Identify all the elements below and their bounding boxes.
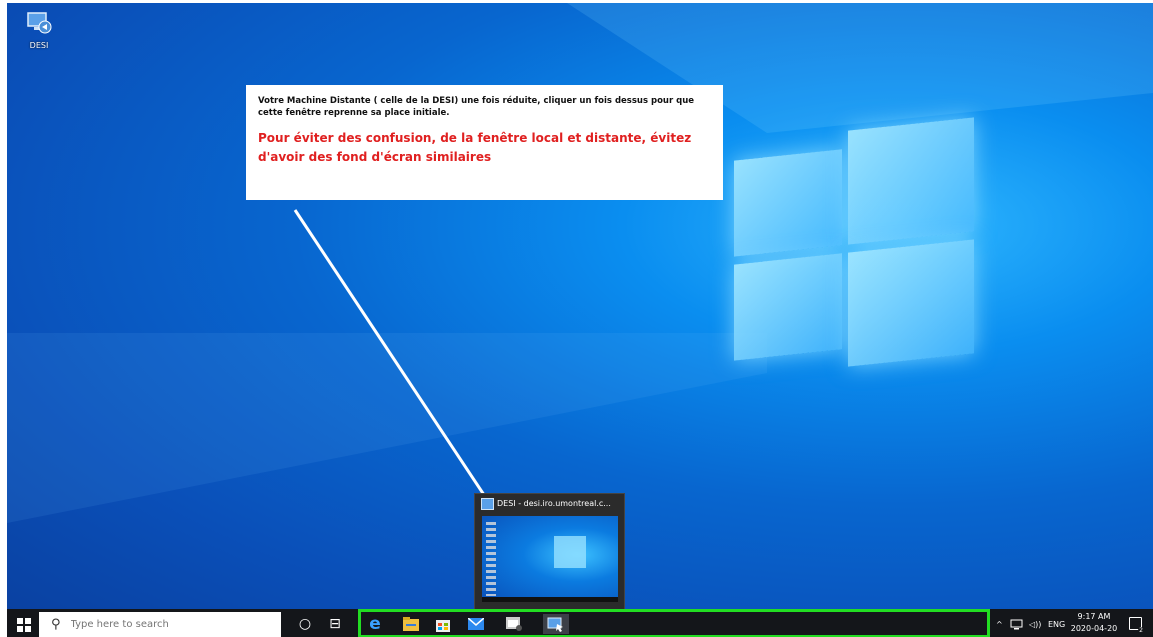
notification-count: 2 (1138, 627, 1144, 634)
system-clock[interactable]: 9:17 AM 2020-04-20 (1068, 611, 1120, 635)
cortana-icon[interactable]: ○ (295, 614, 315, 634)
preview-desktop-icons (486, 522, 496, 596)
task-view-icon[interactable]: ⊟ (325, 614, 345, 634)
search-icon: ⚲ (51, 617, 61, 632)
desktop: DESI Votre Machine Distante ( celle de l… (7, 3, 1153, 637)
windows-icon (17, 618, 23, 624)
search-box[interactable]: ⚲ (39, 612, 281, 637)
remote-desktop-icon (481, 498, 494, 510)
preview-windows-logo (554, 536, 586, 568)
tray-overflow-chevron-icon[interactable]: ^ (996, 609, 1003, 637)
clock-time: 9:17 AM (1077, 612, 1111, 621)
preview-taskbar (482, 597, 618, 602)
preview-title: DESI - desi.iro.umontreal.c... (475, 494, 624, 513)
search-input[interactable] (68, 618, 263, 631)
language-indicator[interactable]: ENG (1048, 609, 1065, 637)
preview-title-text: DESI - desi.iro.umontreal.c... (497, 499, 611, 508)
taskbar-apps-highlight (358, 609, 990, 637)
start-button[interactable] (17, 618, 31, 632)
notification-center-icon[interactable]: 2 (1129, 617, 1144, 634)
clock-date: 2020-04-20 (1070, 624, 1118, 633)
taskbar-window-preview[interactable]: DESI - desi.iro.umontreal.c... (474, 493, 625, 610)
network-icon[interactable] (1010, 609, 1024, 637)
volume-icon[interactable]: ◁)) (1029, 609, 1041, 637)
preview-screenshot (482, 516, 618, 602)
